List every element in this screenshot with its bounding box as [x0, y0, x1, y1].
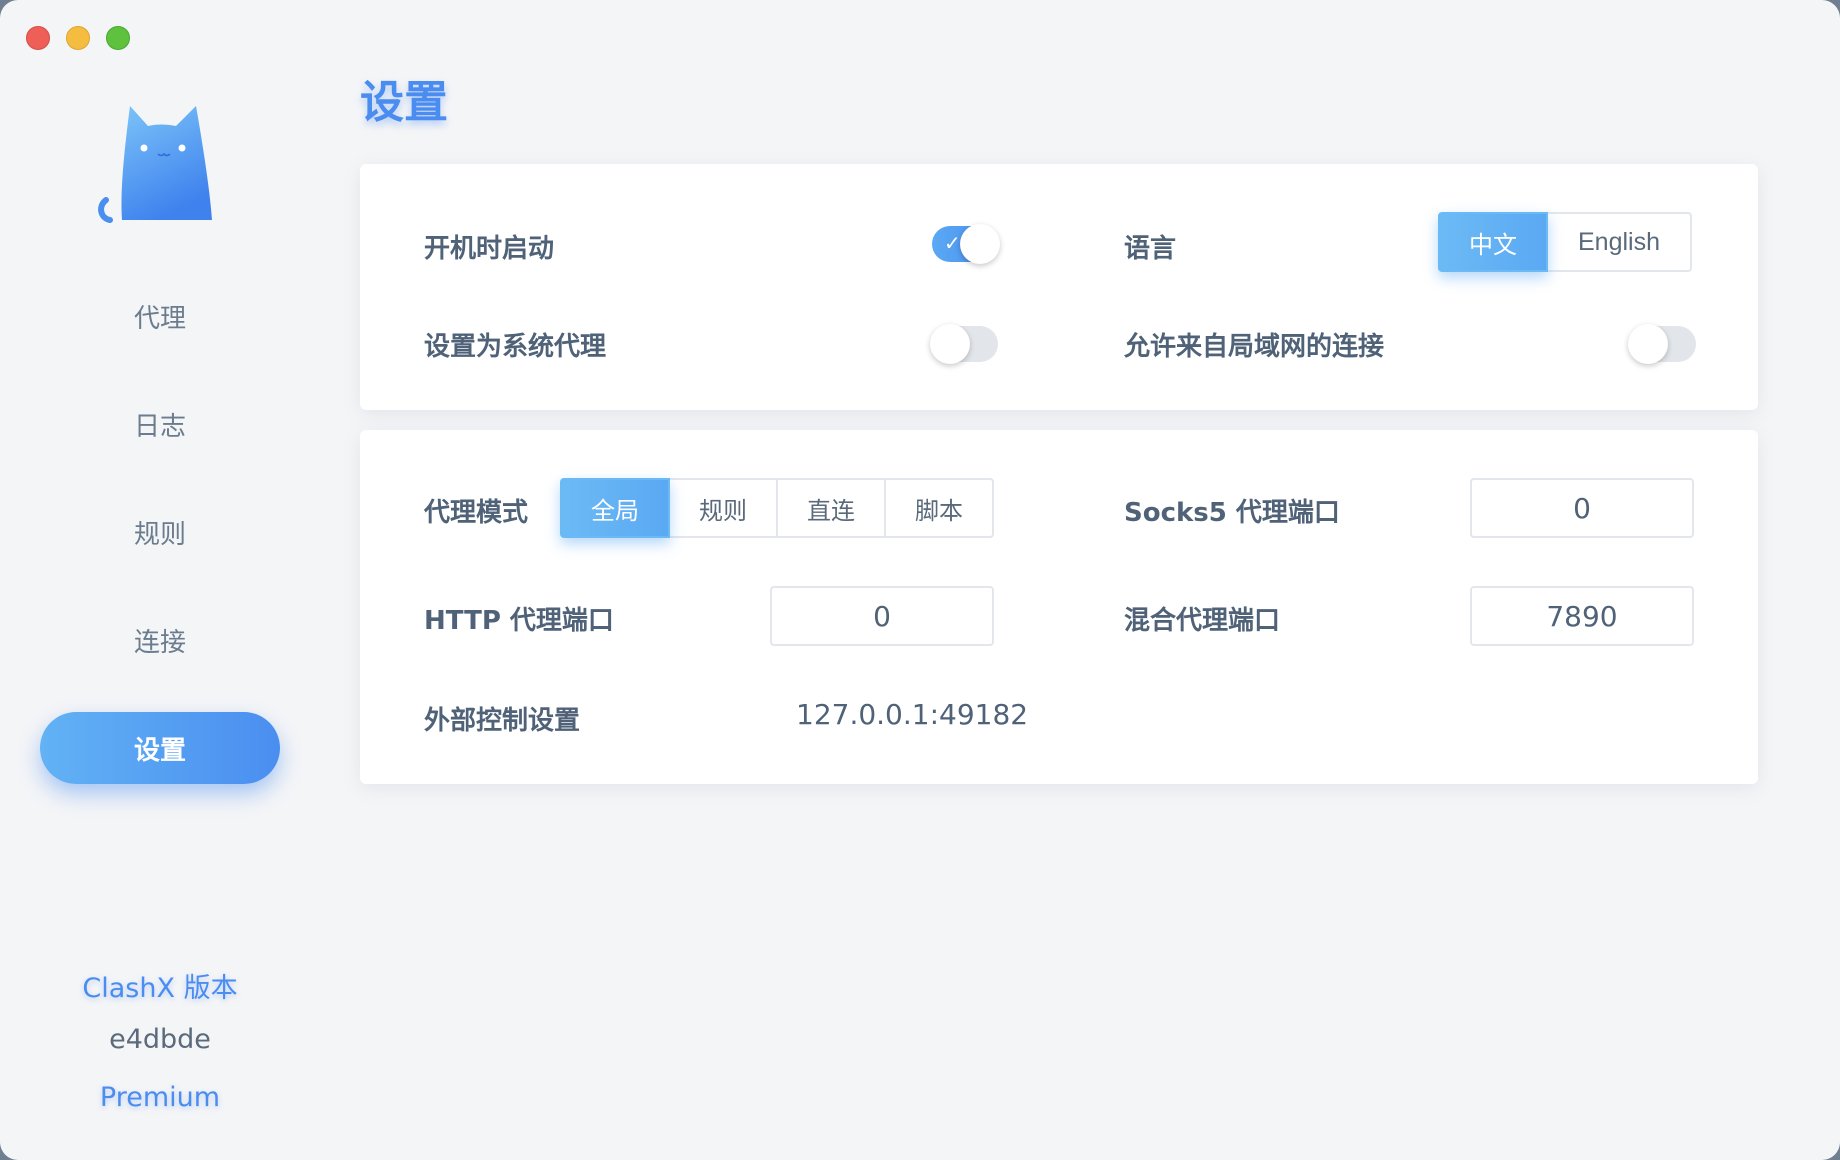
sidebar-item-proxy[interactable]: 代理: [40, 280, 280, 352]
check-icon: ✓: [944, 231, 961, 255]
toggle-knob: [930, 324, 970, 364]
allow-lan-label: 允许来自局域网的连接: [1124, 332, 1385, 362]
mixed-port-label: 混合代理端口: [1124, 606, 1281, 636]
sidebar-item-settings[interactable]: 设置: [40, 712, 280, 784]
general-settings-card: 开机时启动 ✓ 语言 中文 English 设置为系统代理 允许来自局域网的连接: [360, 164, 1758, 410]
toggle-knob: [960, 224, 1000, 264]
mixed-port-input[interactable]: 7890: [1470, 586, 1694, 646]
socks5-port-input[interactable]: 0: [1470, 478, 1694, 538]
launch-at-login-toggle[interactable]: ✓: [932, 224, 1000, 264]
proxy-mode-direct[interactable]: 直连: [776, 478, 886, 538]
proxy-mode-script[interactable]: 脚本: [884, 478, 994, 538]
proxy-mode-global[interactable]: 全局: [560, 478, 670, 538]
allow-lan-toggle[interactable]: [1628, 324, 1696, 364]
launch-at-login-label: 开机时启动: [424, 234, 555, 264]
proxy-mode-selector: 全局 规则 直连 脚本: [560, 478, 994, 538]
proxy-mode-label: 代理模式: [424, 498, 529, 528]
app-window: 代理 日志 规则 连接 设置 ClashX 版本 e4dbde Premium …: [0, 0, 1840, 1160]
toggle-knob: [1628, 324, 1668, 364]
page-title: 设置: [360, 77, 448, 128]
sidebar: 代理 日志 规则 连接 设置 ClashX 版本 e4dbde Premium: [0, 0, 320, 1160]
http-port-input[interactable]: 0: [770, 586, 994, 646]
version-title: ClashX 版本: [82, 973, 238, 1004]
http-port-label: HTTP 代理端口: [424, 606, 614, 636]
proxy-mode-rule[interactable]: 规则: [668, 478, 778, 538]
sidebar-item-logs[interactable]: 日志: [40, 388, 280, 460]
language-option-chinese[interactable]: 中文: [1438, 212, 1548, 272]
version-edition: Premium: [99, 1082, 221, 1113]
language-label: 语言: [1124, 234, 1177, 264]
language-selector: 中文 English: [1438, 212, 1692, 272]
language-option-english[interactable]: English: [1546, 212, 1692, 272]
socks5-port-label: Socks5 代理端口: [1124, 498, 1340, 528]
cat-logo-icon: [98, 106, 212, 223]
external-controller-label: 外部控制设置: [424, 706, 581, 736]
sidebar-item-connections[interactable]: 连接: [40, 604, 280, 676]
version-hash: e4dbde: [109, 1024, 211, 1055]
system-proxy-toggle[interactable]: [930, 324, 998, 364]
system-proxy-label: 设置为系统代理: [424, 332, 607, 362]
sidebar-item-rules[interactable]: 规则: [40, 496, 280, 568]
proxy-settings-card: 代理模式 全局 规则 直连 脚本 Socks5 代理端口 0 HTTP 代理端口…: [360, 430, 1758, 784]
external-controller-value[interactable]: 127.0.0.1:49182: [796, 698, 1028, 731]
